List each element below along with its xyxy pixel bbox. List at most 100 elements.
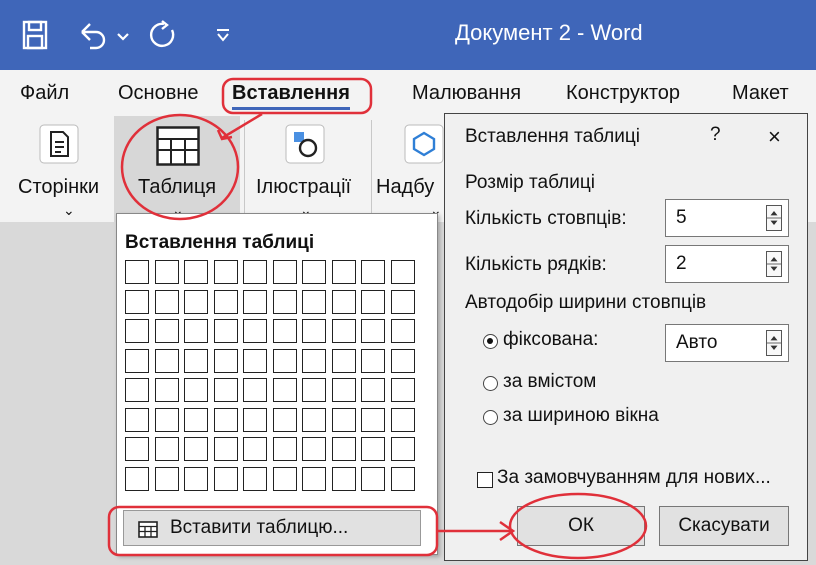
- customize-qat-icon[interactable]: [216, 28, 230, 42]
- rows-spinner[interactable]: 2: [665, 245, 789, 283]
- grid-cell[interactable]: [154, 260, 179, 284]
- grid-cell[interactable]: [125, 289, 149, 314]
- tab-design[interactable]: Конструктор: [566, 82, 680, 105]
- grid-cell[interactable]: [302, 319, 326, 343]
- spin-arrows-icon[interactable]: [766, 251, 782, 277]
- ribbon-illustrations-button[interactable]: Ілюстрації ⌄: [248, 116, 368, 222]
- grid-cell[interactable]: [125, 378, 149, 402]
- grid-cell[interactable]: [184, 407, 208, 432]
- grid-cell[interactable]: [331, 407, 356, 432]
- grid-cell[interactable]: [154, 319, 179, 343]
- grid-cell[interactable]: [184, 437, 208, 461]
- grid-cell[interactable]: [272, 260, 297, 284]
- grid-cell[interactable]: [390, 260, 415, 284]
- tab-layout[interactable]: Макет: [732, 82, 789, 105]
- grid-cell[interactable]: [213, 466, 238, 491]
- grid-cell[interactable]: [184, 378, 208, 402]
- grid-cell[interactable]: [331, 378, 356, 402]
- spin-arrows-icon[interactable]: [766, 205, 782, 231]
- grid-cell[interactable]: [213, 319, 238, 343]
- grid-cell[interactable]: [331, 260, 356, 284]
- grid-cell[interactable]: [272, 319, 297, 343]
- grid-cell[interactable]: [154, 289, 179, 314]
- grid-cell[interactable]: [331, 319, 356, 343]
- grid-cell[interactable]: [184, 348, 208, 373]
- grid-cell[interactable]: [213, 348, 238, 373]
- grid-cell[interactable]: [302, 466, 326, 491]
- fixed-width-spinner[interactable]: Авто: [665, 324, 789, 362]
- grid-cell[interactable]: [302, 348, 326, 373]
- ok-button[interactable]: ОК: [517, 506, 645, 546]
- grid-cell[interactable]: [390, 319, 415, 343]
- help-button[interactable]: ?: [710, 124, 721, 146]
- grid-cell[interactable]: [154, 378, 179, 402]
- tab-file[interactable]: Файл: [20, 82, 69, 105]
- undo-dropdown-icon[interactable]: [116, 32, 130, 42]
- grid-cell[interactable]: [184, 319, 208, 343]
- grid-cell[interactable]: [331, 466, 356, 491]
- tab-draw[interactable]: Малювання: [412, 82, 521, 105]
- grid-cell[interactable]: [361, 319, 385, 343]
- spin-arrows-icon[interactable]: [766, 330, 782, 356]
- grid-cell[interactable]: [125, 407, 149, 432]
- grid-cell[interactable]: [184, 289, 208, 314]
- grid-cell[interactable]: [361, 437, 385, 461]
- grid-cell[interactable]: [390, 437, 415, 461]
- close-icon[interactable]: ×: [768, 124, 781, 150]
- grid-cell[interactable]: [331, 289, 356, 314]
- grid-cell[interactable]: [154, 437, 179, 461]
- grid-cell[interactable]: [390, 378, 415, 402]
- grid-cell[interactable]: [272, 466, 297, 491]
- ribbon-addins-button[interactable]: Надбу ⌄: [374, 116, 444, 222]
- grid-cell[interactable]: [243, 289, 267, 314]
- cancel-button[interactable]: Скасувати: [659, 506, 789, 546]
- grid-cell[interactable]: [154, 466, 179, 491]
- grid-cell[interactable]: [361, 260, 385, 284]
- insert-table-menu-item[interactable]: Вставити таблицю...: [123, 510, 421, 546]
- grid-cell[interactable]: [390, 348, 415, 373]
- grid-cell[interactable]: [125, 437, 149, 461]
- grid-cell[interactable]: [302, 437, 326, 461]
- grid-cell[interactable]: [243, 407, 267, 432]
- grid-cell[interactable]: [361, 348, 385, 373]
- tab-insert[interactable]: Вставлення: [232, 82, 350, 110]
- save-icon[interactable]: [22, 20, 48, 50]
- grid-cell[interactable]: [213, 407, 238, 432]
- radio-by-content[interactable]: [483, 376, 498, 391]
- grid-cell[interactable]: [213, 437, 238, 461]
- grid-cell[interactable]: [272, 289, 297, 314]
- grid-cell[interactable]: [302, 289, 326, 314]
- undo-icon[interactable]: [78, 20, 108, 50]
- grid-cell[interactable]: [243, 348, 267, 373]
- grid-cell[interactable]: [272, 378, 297, 402]
- radio-fixed[interactable]: [483, 334, 498, 349]
- grid-cell[interactable]: [272, 407, 297, 432]
- grid-cell[interactable]: [302, 378, 326, 402]
- grid-cell[interactable]: [154, 407, 179, 432]
- columns-spinner[interactable]: 5: [665, 199, 789, 237]
- grid-cell[interactable]: [361, 407, 385, 432]
- default-checkbox[interactable]: [477, 472, 493, 488]
- grid-cell[interactable]: [302, 260, 326, 284]
- grid-cell[interactable]: [125, 466, 149, 491]
- grid-cell[interactable]: [213, 378, 238, 402]
- grid-cell[interactable]: [243, 466, 267, 491]
- grid-cell[interactable]: [243, 319, 267, 343]
- grid-cell[interactable]: [243, 378, 267, 402]
- ribbon-table-button[interactable]: Таблиця ⌄: [114, 116, 240, 222]
- grid-cell[interactable]: [125, 260, 149, 284]
- table-size-grid[interactable]: [125, 260, 419, 494]
- grid-cell[interactable]: [243, 260, 267, 284]
- grid-cell[interactable]: [125, 319, 149, 343]
- grid-cell[interactable]: [361, 378, 385, 402]
- grid-cell[interactable]: [302, 407, 326, 432]
- grid-cell[interactable]: [154, 348, 179, 373]
- ribbon-pages-button[interactable]: Сторінки ⌄: [10, 116, 110, 222]
- grid-cell[interactable]: [184, 466, 208, 491]
- grid-cell[interactable]: [213, 289, 238, 314]
- grid-cell[interactable]: [331, 348, 356, 373]
- grid-cell[interactable]: [213, 260, 238, 284]
- grid-cell[interactable]: [361, 289, 385, 314]
- radio-by-window[interactable]: [483, 410, 498, 425]
- grid-cell[interactable]: [125, 348, 149, 373]
